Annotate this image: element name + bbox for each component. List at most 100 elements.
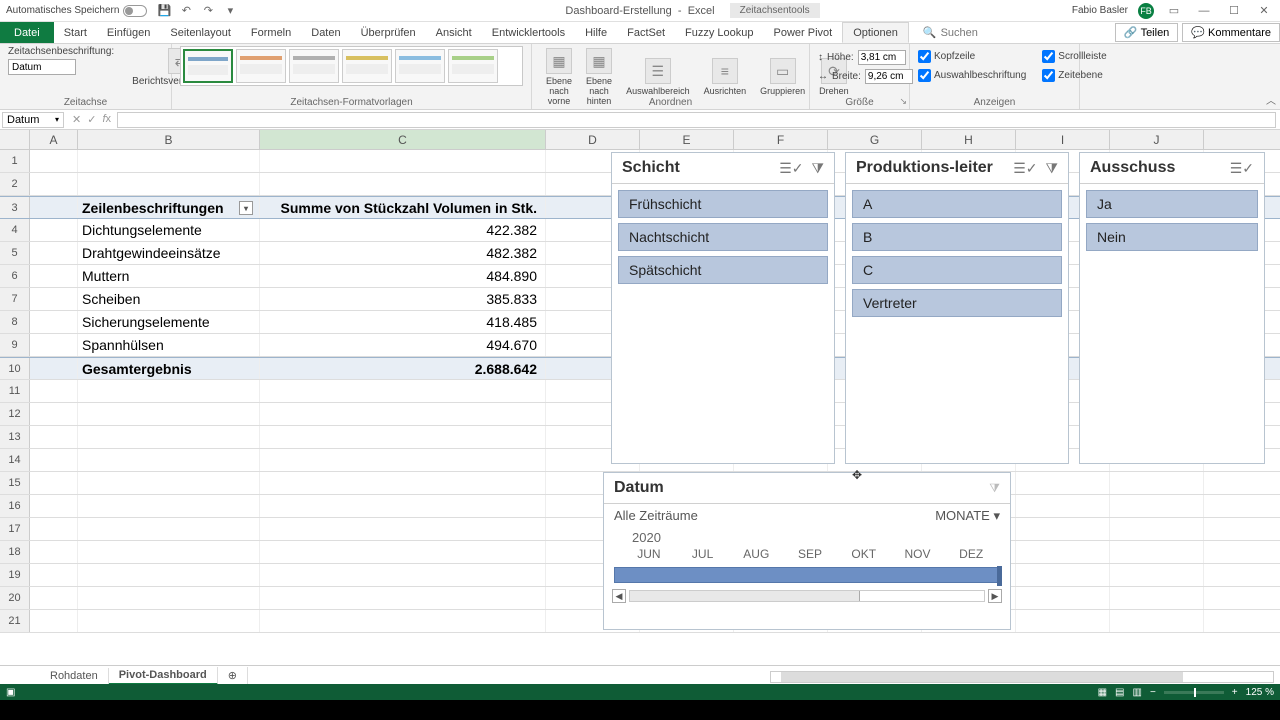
col-header[interactable]: I: [1016, 130, 1110, 149]
slicer-item[interactable]: A: [852, 190, 1062, 218]
name-box[interactable]: Datum▾: [2, 112, 64, 128]
row-header[interactable]: 21: [0, 610, 30, 632]
timeline-datum[interactable]: Datum ⧩ Alle Zeiträume MONATE ▾ 2020 JUN…: [603, 472, 1011, 630]
slicer-item[interactable]: C: [852, 256, 1062, 284]
tab-factset[interactable]: FactSet: [617, 22, 675, 43]
dialog-launcher-icon[interactable]: ↘: [899, 96, 907, 107]
zoom-out-icon[interactable]: −: [1150, 687, 1156, 698]
formula-input[interactable]: [117, 112, 1276, 128]
row-header[interactable]: 11: [0, 380, 30, 402]
row-header[interactable]: 18: [0, 541, 30, 563]
row-header[interactable]: 12: [0, 403, 30, 425]
multiselect-icon[interactable]: ☰✓: [1013, 160, 1037, 177]
col-header[interactable]: E: [640, 130, 734, 149]
col-header[interactable]: G: [828, 130, 922, 149]
cancel-fx-icon[interactable]: ✕: [72, 113, 81, 126]
timeline-selection-bar[interactable]: [614, 567, 1000, 583]
view-pagebreak-icon[interactable]: ▥: [1133, 687, 1142, 698]
col-header[interactable]: J: [1110, 130, 1204, 149]
tab-ansicht[interactable]: Ansicht: [426, 22, 482, 43]
col-header[interactable]: C: [260, 130, 546, 149]
chk-kopfzeile[interactable]: Kopfzeile: [918, 50, 1026, 63]
style-thumb[interactable]: [236, 49, 286, 83]
scroll-right-icon[interactable]: ▶: [988, 589, 1002, 603]
height-input[interactable]: [858, 50, 906, 65]
row-header[interactable]: 19: [0, 564, 30, 586]
row-header[interactable]: 15: [0, 472, 30, 494]
row-header[interactable]: 2: [0, 173, 30, 195]
multiselect-icon[interactable]: ☰✓: [779, 160, 803, 177]
worksheet[interactable]: A B C D E F G H I J 1 2 3 Zeilenbeschrif…: [0, 130, 1280, 650]
qat-customize-icon[interactable]: ▾: [223, 4, 237, 18]
col-header[interactable]: B: [78, 130, 260, 149]
clear-filter-icon[interactable]: ⧩: [812, 160, 825, 177]
col-header[interactable]: F: [734, 130, 828, 149]
style-thumb[interactable]: [342, 49, 392, 83]
view-pagelayout-icon[interactable]: ▤: [1115, 687, 1124, 698]
tab-formeln[interactable]: Formeln: [241, 22, 301, 43]
select-all[interactable]: [0, 130, 30, 149]
selection-pane-button[interactable]: ☰Auswahlbereich: [620, 56, 696, 98]
style-thumb[interactable]: [448, 49, 498, 83]
tab-hilfe[interactable]: Hilfe: [575, 22, 617, 43]
tab-einfuegen[interactable]: Einfügen: [97, 22, 160, 43]
minimize-icon[interactable]: —: [1194, 4, 1214, 18]
zoom-slider[interactable]: [1164, 691, 1224, 694]
horizontal-scrollbar[interactable]: [770, 671, 1274, 685]
slicer-item[interactable]: Vertreter: [852, 289, 1062, 317]
autosave-toggle[interactable]: [123, 5, 147, 17]
slicer-leiter[interactable]: Produktions-leiter ☰✓⧩ A B C Vertreter: [845, 152, 1069, 464]
timeline-level[interactable]: MONATE ▾: [935, 508, 1000, 524]
row-header[interactable]: 3: [0, 197, 30, 218]
chk-scrollleiste[interactable]: Scrollleiste: [1042, 50, 1106, 63]
style-thumb[interactable]: [183, 49, 233, 83]
style-thumb[interactable]: [395, 49, 445, 83]
maximize-icon[interactable]: ☐: [1224, 4, 1244, 18]
row-header[interactable]: 7: [0, 288, 30, 310]
row-header[interactable]: 16: [0, 495, 30, 517]
comments-button[interactable]: 💬Kommentare: [1182, 23, 1280, 42]
style-thumb[interactable]: [289, 49, 339, 83]
col-header[interactable]: A: [30, 130, 78, 149]
clear-filter-icon[interactable]: ⧩: [989, 481, 1000, 496]
clear-filter-icon[interactable]: ⧩: [1046, 160, 1059, 177]
row-header[interactable]: 1: [0, 150, 30, 172]
col-header[interactable]: D: [546, 130, 640, 149]
undo-icon[interactable]: ↶: [179, 4, 193, 18]
tab-file[interactable]: Datei: [0, 22, 54, 43]
group-button[interactable]: ▭Gruppieren: [754, 56, 811, 98]
row-header[interactable]: 10: [0, 358, 30, 379]
tab-entwickler[interactable]: Entwicklertools: [482, 22, 575, 43]
filter-dropdown-icon[interactable]: ▾: [239, 201, 253, 215]
slicer-schicht[interactable]: Schicht ☰✓⧩ Frühschicht Nachtschicht Spä…: [611, 152, 835, 464]
align-button[interactable]: ≡Ausrichten: [698, 56, 753, 98]
width-input[interactable]: [865, 69, 913, 84]
timeline-scrollbar[interactable]: [629, 590, 985, 602]
view-normal-icon[interactable]: ▦: [1098, 687, 1107, 698]
slicer-item[interactable]: Nein: [1086, 223, 1258, 251]
tab-seitenlayout[interactable]: Seitenlayout: [160, 22, 241, 43]
slicer-item[interactable]: Nachtschicht: [618, 223, 828, 251]
row-header[interactable]: 8: [0, 311, 30, 333]
slicer-item[interactable]: B: [852, 223, 1062, 251]
enter-fx-icon[interactable]: ✓: [87, 113, 96, 126]
row-header[interactable]: 17: [0, 518, 30, 540]
ribbon-display-icon[interactable]: ▭: [1164, 4, 1184, 18]
style-gallery[interactable]: [180, 46, 523, 86]
col-header[interactable]: H: [922, 130, 1016, 149]
slicer-item[interactable]: Ja: [1086, 190, 1258, 218]
scroll-left-icon[interactable]: ◀: [612, 589, 626, 603]
sheet-tab[interactable]: Rohdaten: [40, 668, 109, 684]
new-sheet-button[interactable]: ⊕: [218, 667, 248, 684]
redo-icon[interactable]: ↷: [201, 4, 215, 18]
avatar[interactable]: FB: [1138, 3, 1154, 19]
row-header[interactable]: 14: [0, 449, 30, 471]
tab-start[interactable]: Start: [54, 22, 97, 43]
chk-zeitebene[interactable]: Zeitebene: [1042, 69, 1106, 82]
share-button[interactable]: 🔗Teilen: [1115, 23, 1178, 42]
tab-optionen[interactable]: Optionen: [842, 22, 909, 43]
slicer-item[interactable]: Spätschicht: [618, 256, 828, 284]
record-macro-icon[interactable]: ▣: [6, 687, 15, 698]
save-icon[interactable]: 💾: [157, 4, 171, 18]
row-header[interactable]: 20: [0, 587, 30, 609]
